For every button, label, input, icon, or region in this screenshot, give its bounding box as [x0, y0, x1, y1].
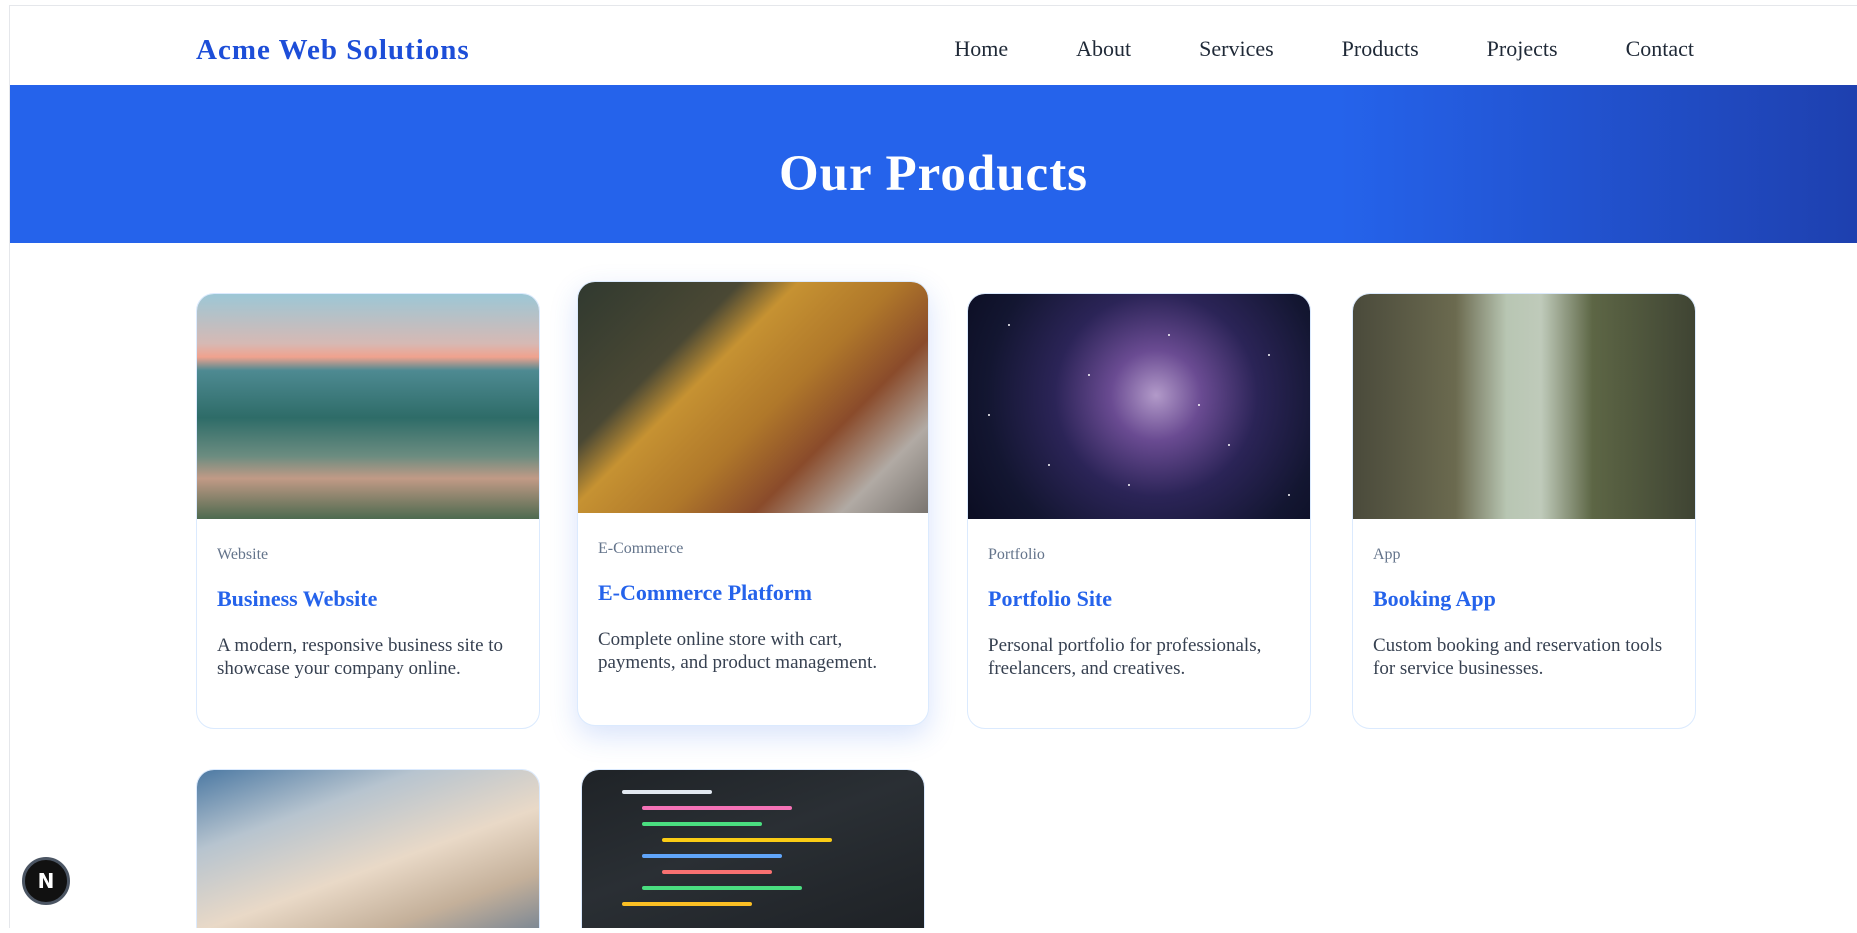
- product-card-team[interactable]: [196, 769, 540, 928]
- card-title[interactable]: Booking App: [1373, 586, 1675, 612]
- brand-logo-link[interactable]: Acme Web Solutions: [196, 34, 470, 67]
- mountain-lake-image: [197, 294, 539, 519]
- nav-projects-link[interactable]: Projects: [1487, 36, 1558, 62]
- nav-about-link[interactable]: About: [1076, 36, 1131, 62]
- product-card-portfolio-site[interactable]: Portfolio Portfolio Site Personal portfo…: [967, 293, 1311, 729]
- card-category: E-Commerce: [598, 540, 684, 557]
- card-category: Website: [217, 546, 269, 563]
- card-description: Custom booking and reservation tools for…: [1373, 635, 1663, 679]
- card-title[interactable]: Portfolio Site: [988, 586, 1290, 612]
- product-card-booking-app[interactable]: App Booking App Custom booking and reser…: [1352, 293, 1696, 729]
- card-body: App Booking App Custom booking and reser…: [1353, 519, 1695, 702]
- card-body: E-Commerce E-Commerce Platform Complete …: [578, 513, 928, 696]
- night-sky-image: [968, 294, 1310, 519]
- card-description: Complete online store with cart, payment…: [598, 629, 878, 673]
- card-body: Website Business Website A modern, respo…: [197, 519, 539, 702]
- product-card-code[interactable]: [581, 769, 925, 928]
- card-body: Portfolio Portfolio Site Personal portfo…: [968, 519, 1310, 702]
- card-title[interactable]: Business Website: [217, 586, 519, 612]
- product-card-ecommerce-platform[interactable]: E-Commerce E-Commerce Platform Complete …: [577, 281, 929, 726]
- nav-products-link[interactable]: Products: [1342, 36, 1419, 62]
- code-screen-image: [582, 770, 924, 928]
- card-category: App: [1373, 546, 1401, 563]
- card-category: Portfolio: [988, 546, 1045, 563]
- nav-services-link[interactable]: Services: [1199, 36, 1274, 62]
- card-title[interactable]: E-Commerce Platform: [598, 580, 908, 606]
- site-header: Acme Web Solutions Home About Services P…: [10, 5, 1857, 85]
- main-navigation: Home About Services Products Projects Co…: [886, 36, 1694, 62]
- browser-viewport: Acme Web Solutions Home About Services P…: [9, 5, 1857, 928]
- laptop-typing-image: [578, 282, 928, 513]
- page-title: Our Products: [778, 146, 1089, 202]
- card-description: A modern, responsive business site to sh…: [217, 635, 504, 679]
- team-working-image: [197, 770, 539, 928]
- card-description: Personal portfolio for professionals, fr…: [988, 635, 1262, 679]
- nav-home-link[interactable]: Home: [954, 36, 1008, 62]
- product-card-business-website[interactable]: Website Business Website A modern, respo…: [196, 293, 540, 729]
- nav-contact-link[interactable]: Contact: [1626, 36, 1694, 62]
- framework-dev-badge[interactable]: N: [22, 857, 70, 905]
- hero-banner: Our Products: [10, 85, 1857, 243]
- forest-road-image: [1353, 294, 1695, 519]
